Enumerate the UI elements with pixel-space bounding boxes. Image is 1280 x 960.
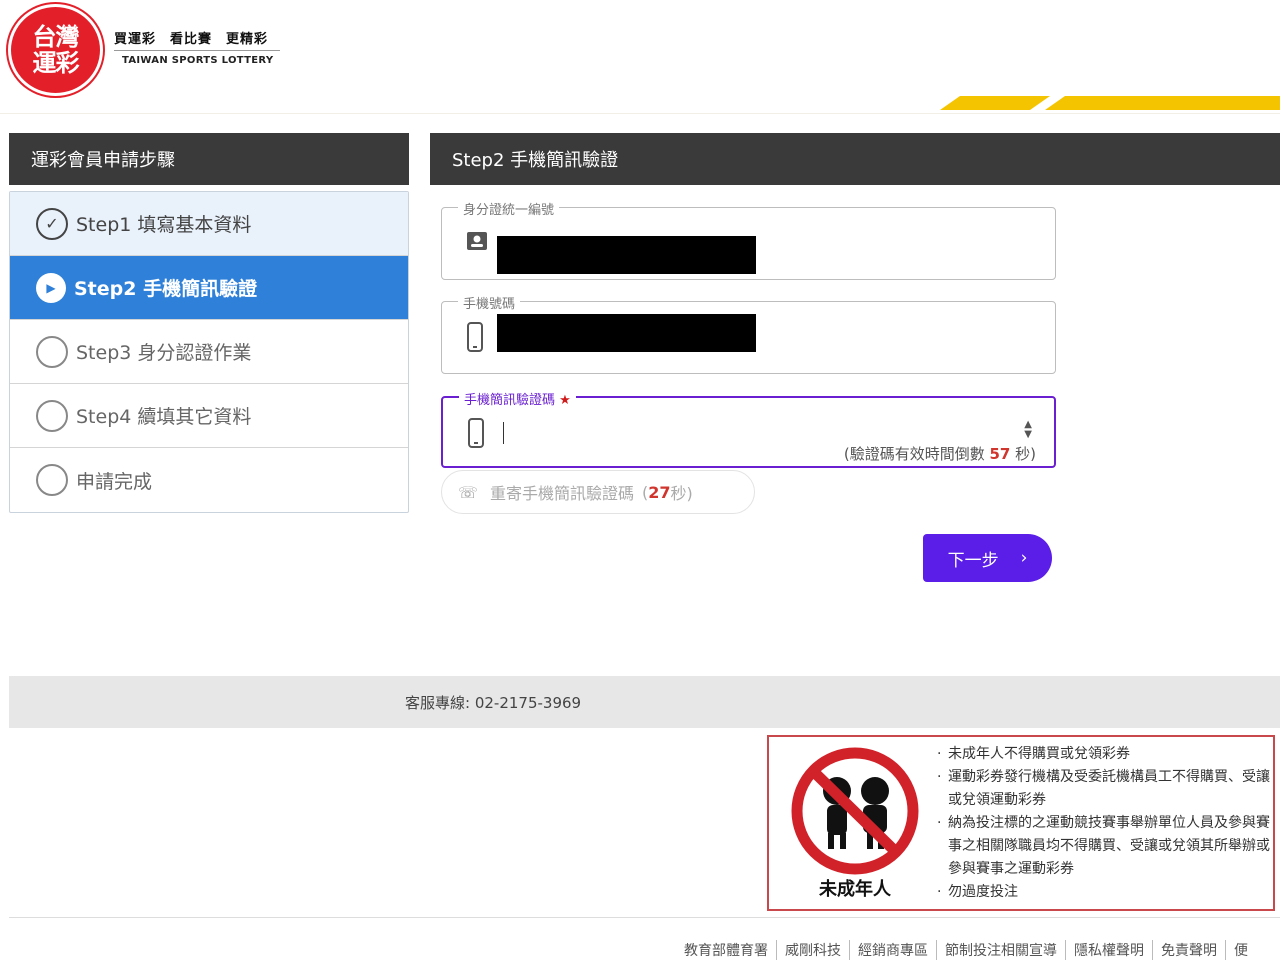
taiwan-sports-lottery-logo[interactable]: 台灣運彩 (8, 4, 103, 96)
footer-link-disclaimer[interactable]: 免責聲明 (1153, 940, 1226, 960)
sms-code-input[interactable] (503, 422, 504, 444)
footer-link-more[interactable]: 便 (1226, 940, 1256, 960)
step-complete-item: 申請完成 (10, 448, 408, 512)
notice-item: 勿過度投注 (937, 881, 1273, 904)
service-hotline: 客服專線: 02-2175-3969 (405, 693, 582, 712)
step-4-label: Step4 續填其它資料 (76, 406, 252, 428)
brand-name-en: TAIWAN SPORTS LOTTERY (122, 55, 274, 66)
footer-link-dealer-zone[interactable]: 經銷商專區 (850, 940, 937, 960)
id-number-redacted (497, 236, 756, 274)
sms-code-countdown: (驗證碼有效時間倒數 57 秒) (843, 445, 1036, 463)
form-title: Step2 手機簡訊驗證 (430, 133, 1280, 185)
header-stripe-1 (940, 96, 1050, 110)
sms-code-label: 手機簡訊驗證碼 ★ (459, 389, 576, 408)
empty-circle-icon (36, 399, 68, 432)
play-circle-icon: ▶ (36, 272, 66, 303)
footer-link-responsible-betting[interactable]: 節制投注相關宣導 (937, 940, 1066, 960)
no-minors-image: 未成年人 (775, 741, 935, 905)
responsible-gaming-notice: 未成年人 未成年人不得購買或兌領彩券 運動彩券發行機構及受委託機構員工不得購買、… (767, 735, 1275, 911)
footer-divider (9, 917, 1280, 918)
steps-panel-title: 運彩會員申請步驟 (9, 133, 409, 185)
resend-sms-button[interactable]: ☏ 重寄手機簡訊驗證碼 (27 秒) (441, 470, 755, 514)
notice-item: 納為投注標的之運動競技賽事舉辦單位人員及參與賽事之相關隊職員均不得購買、受讓或兌… (937, 812, 1273, 881)
footer-link-sports-admin[interactable]: 教育部體育署 (676, 940, 777, 960)
required-star-icon: ★ (559, 393, 571, 408)
footer-link-privacy[interactable]: 隱私權聲明 (1066, 940, 1153, 960)
no-minors-caption: 未成年人 (819, 879, 891, 900)
step-2-item[interactable]: ▶ Step2 手機簡訊驗證 (10, 256, 408, 320)
chevron-right-icon: › (1020, 548, 1028, 568)
notice-item: 未成年人不得購買或兌領彩券 (937, 743, 1273, 766)
step-2-label: Step2 手機簡訊驗證 (74, 278, 258, 300)
step-complete-label: 申請完成 (76, 470, 153, 493)
slogan-divider (114, 50, 280, 51)
id-number-label: 身分證統一編號 (458, 199, 560, 218)
footer-links: 教育部體育署 威剛科技 經銷商專區 節制投注相關宣導 隱私權聲明 免責聲明 便 (676, 940, 1256, 960)
resend-seconds: 27 (648, 482, 671, 502)
slogan: 買運彩 看比賽 更精彩 (114, 32, 269, 47)
phone-label: 手機號碼 (458, 293, 521, 312)
notice-item: 運動彩券發行機構及受委託機構員工不得購買、受讓或兌領運動彩券 (937, 766, 1273, 812)
notice-list: 未成年人不得購買或兌領彩券 運動彩券發行機構及受委託機構員工不得購買、受讓或兌領… (937, 743, 1273, 904)
phone-field[interactable]: 手機號碼 (441, 293, 1056, 374)
step-4-item: Step4 續填其它資料 (10, 384, 408, 448)
mobile-phone-icon (467, 418, 485, 454)
site-header: 台灣運彩 買運彩 看比賽 更精彩 TAIWAN SPORTS LOTTERY (0, 0, 1280, 114)
resend-label: 重寄手機簡訊驗證碼 (490, 484, 635, 503)
mobile-phone-icon (466, 322, 484, 358)
steps-list: ✓ Step1 填寫基本資料 ▶ Step2 手機簡訊驗證 Step3 身分認證… (9, 191, 409, 513)
phone-call-icon: ☏ (458, 482, 479, 502)
header-stripe-2 (1045, 96, 1280, 110)
next-step-label: 下一步 (947, 550, 999, 571)
next-step-button[interactable]: 下一步 › (923, 534, 1052, 582)
footer-link-adata[interactable]: 威剛科技 (777, 940, 850, 960)
phone-redacted (497, 314, 756, 352)
sms-code-field[interactable]: 手機簡訊驗證碼 ★ ▲ ▼ (驗證碼有效時間倒數 57 秒) (441, 389, 1056, 468)
check-circle-icon: ✓ (36, 207, 68, 240)
customer-service-bar: 客服專線: 02-2175-3969 (9, 676, 1280, 728)
empty-circle-icon (36, 335, 68, 368)
id-card-icon (466, 230, 488, 258)
countdown-seconds: 57 (989, 445, 1011, 463)
step-3-item: Step3 身分認證作業 (10, 320, 408, 384)
step-1-label: Step1 填寫基本資料 (76, 214, 252, 236)
logo-text: 台灣運彩 (32, 23, 80, 77)
number-spinner-icon[interactable]: ▲ ▼ (1024, 420, 1032, 440)
step-1-item[interactable]: ✓ Step1 填寫基本資料 (10, 192, 408, 256)
empty-circle-icon (36, 464, 68, 496)
step-3-label: Step3 身分認證作業 (76, 342, 252, 364)
id-number-field[interactable]: 身分證統一編號 (441, 199, 1056, 280)
